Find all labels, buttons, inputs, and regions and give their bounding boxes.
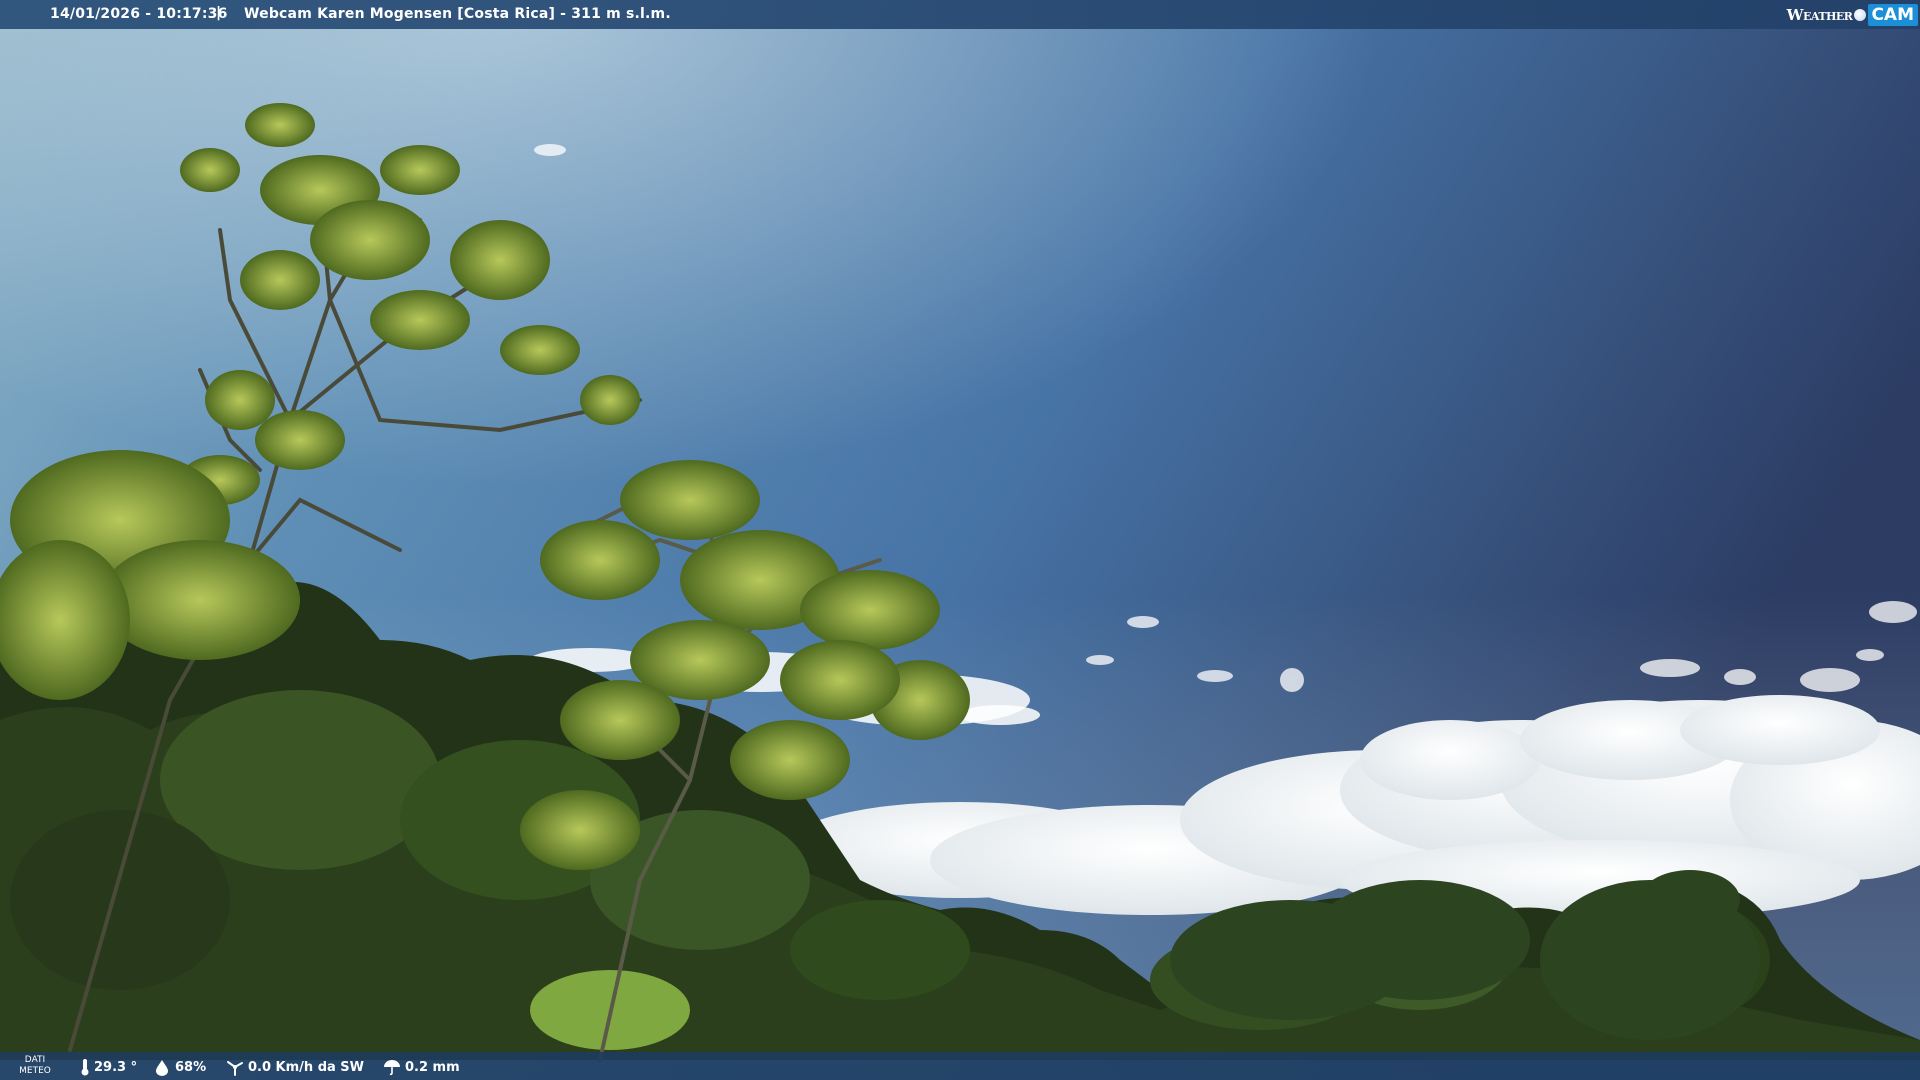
wind-value: 0.0 Km/h da SW (248, 1059, 365, 1075)
rain-value: 0.2 mm (405, 1059, 460, 1075)
separator: | (216, 5, 222, 21)
wind-icon (227, 1061, 243, 1076)
temperature-value: 29.3 ° (94, 1059, 138, 1075)
logo-dot-icon (1854, 8, 1867, 21)
humidity-value: 68% (175, 1059, 207, 1075)
wind-reading: 0.0 Km/h da SW (226, 1057, 364, 1077)
info-bar-top: 14/01/2026 - 10:17:36 | Webcam Karen Mog… (0, 0, 1920, 29)
humidity-drop-icon (156, 1060, 168, 1076)
timestamp: 14/01/2026 - 10:17:36 (50, 6, 228, 22)
webcam-image (0, 0, 1920, 1080)
logo-text-cam: CAM (1868, 3, 1918, 26)
webcam-viewport: 14/01/2026 - 10:17:36 | Webcam Karen Mog… (0, 0, 1920, 1080)
temperature-reading: 29.3 ° (80, 1057, 137, 1077)
humidity-reading: 68% (153, 1057, 206, 1077)
weathercam-logo[interactable]: Weather CAM (1787, 2, 1918, 27)
logo-text-weather: Weather (1786, 5, 1853, 24)
weather-data-label: DATI METEO (19, 1055, 51, 1076)
rain-umbrella-icon (384, 1060, 400, 1076)
weather-data-bar: DATI METEO 29.3 ° 68% 0.0 Km/h da SW 0.2… (0, 1052, 1920, 1080)
thermometer-icon (81, 1059, 89, 1076)
webcam-title: Webcam Karen Mogensen [Costa Rica] - 311… (244, 6, 671, 22)
rain-reading: 0.2 mm (383, 1057, 460, 1077)
